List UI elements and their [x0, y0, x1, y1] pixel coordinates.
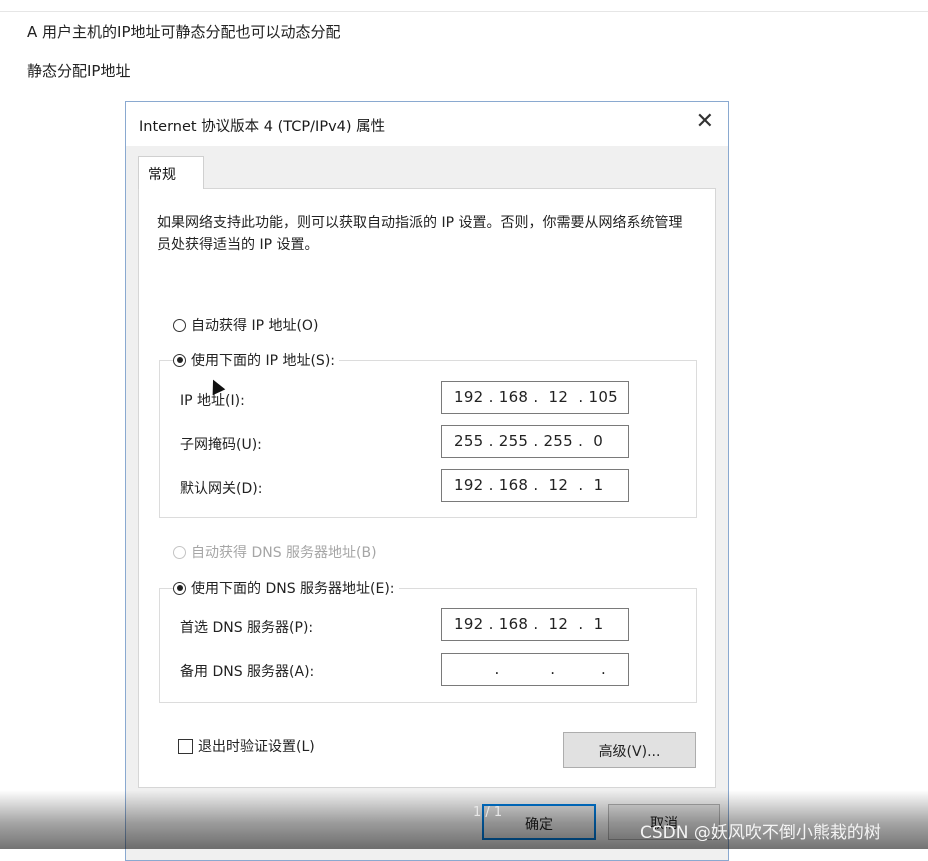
csdn-watermark: CSDN @妖风吹不倒小熊栽的树: [640, 823, 881, 843]
page-indicator: 1 / 1: [473, 805, 503, 820]
radio-auto-dns[interactable]: 自动获得 DNS 服务器地址(B): [173, 542, 377, 562]
radio-auto-ip-label: 自动获得 IP 地址(O): [191, 318, 319, 334]
radio-manual-dns-label: 使用下面的 DNS 服务器地址(E):: [191, 581, 395, 597]
article-line-2: 静态分配IP地址: [27, 62, 131, 80]
article-line-1: A 用户主机的IP地址可静态分配也可以动态分配: [27, 23, 341, 41]
checkbox-unchecked-icon: [178, 738, 193, 754]
radio-on-icon: [173, 581, 186, 595]
subnet-mask-label: 子网掩码(U):: [180, 437, 262, 453]
ip-address-field[interactable]: 192 . 168 . 12 . 105: [441, 381, 629, 414]
radio-disabled-icon: [173, 545, 186, 559]
radio-manual-ip[interactable]: 使用下面的 IP 地址(S):: [173, 350, 339, 370]
top-divider: [0, 11, 928, 12]
dialog-titlebar: Internet 协议版本 4 (TCP/IPv4) 属性 ✕: [126, 102, 728, 146]
radio-manual-dns[interactable]: 使用下面的 DNS 服务器地址(E):: [173, 578, 399, 598]
dialog-title: Internet 协议版本 4 (TCP/IPv4) 属性: [139, 119, 386, 135]
radio-on-icon: [173, 353, 186, 367]
dialog-description: 如果网络支持此功能，则可以获取自动指派的 IP 设置。否则，你需要从网络系统管理…: [157, 215, 683, 253]
default-gateway-label: 默认网关(D):: [180, 481, 263, 497]
alternate-dns-field[interactable]: . . .: [441, 653, 629, 686]
radio-off-icon: [173, 318, 186, 332]
preferred-dns-field[interactable]: 192 . 168 . 12 . 1: [441, 608, 629, 641]
radio-auto-dns-label: 自动获得 DNS 服务器地址(B): [191, 545, 377, 561]
tab-general[interactable]: 常规: [138, 156, 204, 189]
advanced-button[interactable]: 高级(V)...: [563, 732, 696, 768]
validate-on-exit-checkbox[interactable]: 退出时验证设置(L): [178, 736, 315, 756]
radio-manual-ip-label: 使用下面的 IP 地址(S):: [191, 353, 335, 369]
preferred-dns-label: 首选 DNS 服务器(P):: [180, 620, 314, 636]
close-icon[interactable]: ✕: [696, 111, 714, 133]
tcpip-properties-dialog: Internet 协议版本 4 (TCP/IPv4) 属性 ✕ 常规 如果网络支…: [125, 101, 729, 861]
default-gateway-field[interactable]: 192 . 168 . 12 . 1: [441, 469, 629, 502]
subnet-mask-field[interactable]: 255 . 255 . 255 . 0: [441, 425, 629, 458]
validate-on-exit-label: 退出时验证设置(L): [198, 739, 315, 755]
radio-auto-ip[interactable]: 自动获得 IP 地址(O): [173, 315, 318, 335]
alternate-dns-label: 备用 DNS 服务器(A):: [180, 664, 315, 680]
